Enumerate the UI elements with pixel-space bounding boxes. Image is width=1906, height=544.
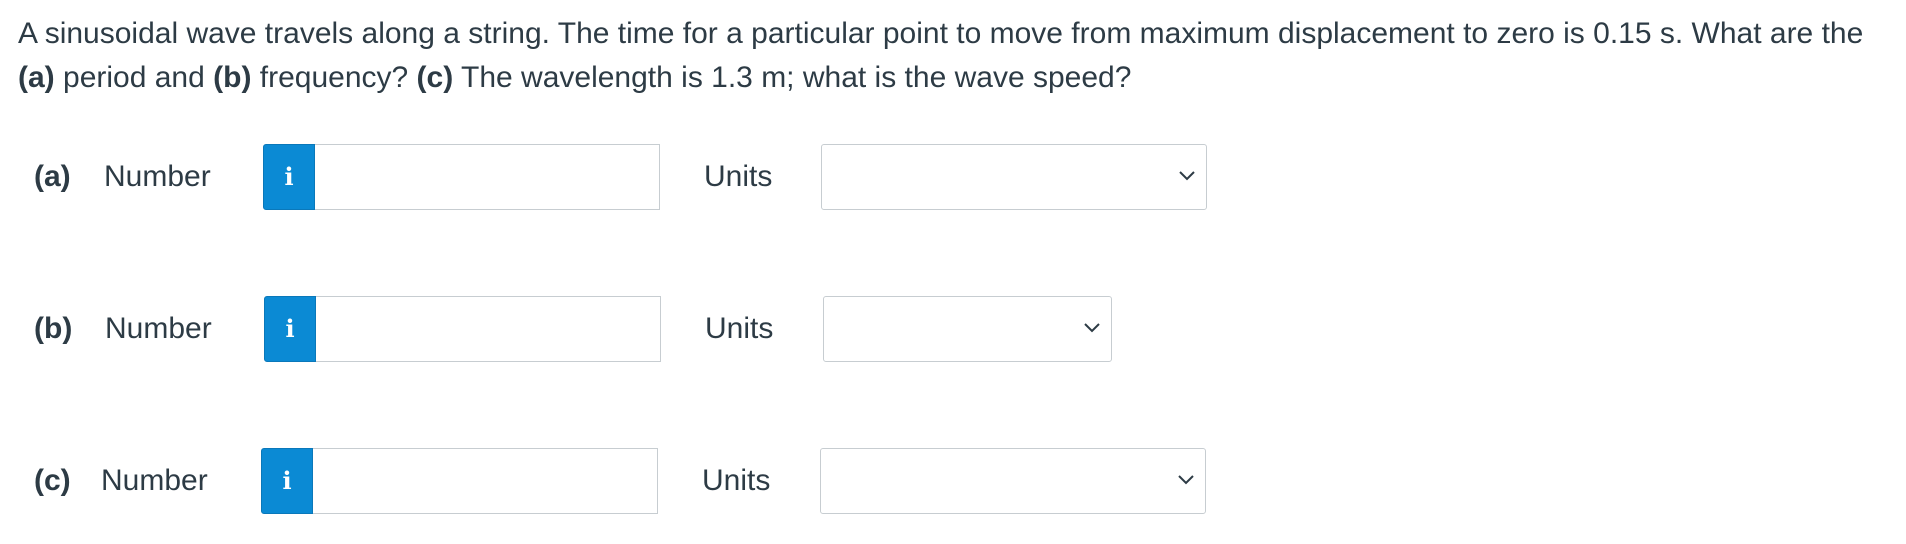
answer-row-c: (c) Number i Units — [0, 448, 1906, 514]
number-label-b: Number — [105, 312, 212, 345]
units-select-b[interactable] — [823, 296, 1112, 362]
question-part-c-ref: (c) — [416, 61, 454, 94]
info-button-c[interactable]: i — [261, 448, 313, 514]
info-icon: i — [282, 466, 292, 495]
question-text-part-4: The wavelength is 1.3 m; what is the wav… — [453, 61, 1132, 94]
part-label-b: (b) — [34, 312, 73, 345]
units-label-a: Units — [704, 160, 773, 193]
info-icon: i — [284, 162, 294, 191]
number-input-c[interactable] — [313, 448, 658, 514]
question-text: A sinusoidal wave travels along a string… — [18, 12, 1878, 100]
question-text-part-3: frequency? — [251, 61, 417, 94]
units-select-c[interactable] — [820, 448, 1206, 514]
number-label-a: Number — [104, 160, 211, 193]
units-label-c: Units — [702, 464, 771, 497]
number-input-a[interactable] — [315, 144, 660, 210]
answer-row-a: (a) Number i Units — [0, 144, 1906, 210]
info-button-a[interactable]: i — [263, 144, 315, 210]
part-label-a: (a) — [34, 160, 71, 193]
info-icon: i — [285, 314, 295, 343]
units-label-b: Units — [705, 312, 774, 345]
answer-row-b: (b) Number i Units — [0, 296, 1906, 362]
info-button-b[interactable]: i — [264, 296, 316, 362]
number-input-b[interactable] — [316, 296, 661, 362]
number-label-c: Number — [101, 464, 208, 497]
question-text-part-2: period and — [54, 61, 214, 94]
units-select-a[interactable] — [821, 144, 1207, 210]
question-part-b-ref: (b) — [213, 61, 252, 94]
chevron-down-icon — [1178, 475, 1194, 485]
part-label-c: (c) — [34, 464, 71, 497]
question-part-a-ref: (a) — [18, 61, 55, 94]
chevron-down-icon — [1179, 171, 1195, 181]
chevron-down-icon — [1084, 323, 1100, 333]
question-text-part-1: A sinusoidal wave travels along a string… — [18, 17, 1864, 50]
